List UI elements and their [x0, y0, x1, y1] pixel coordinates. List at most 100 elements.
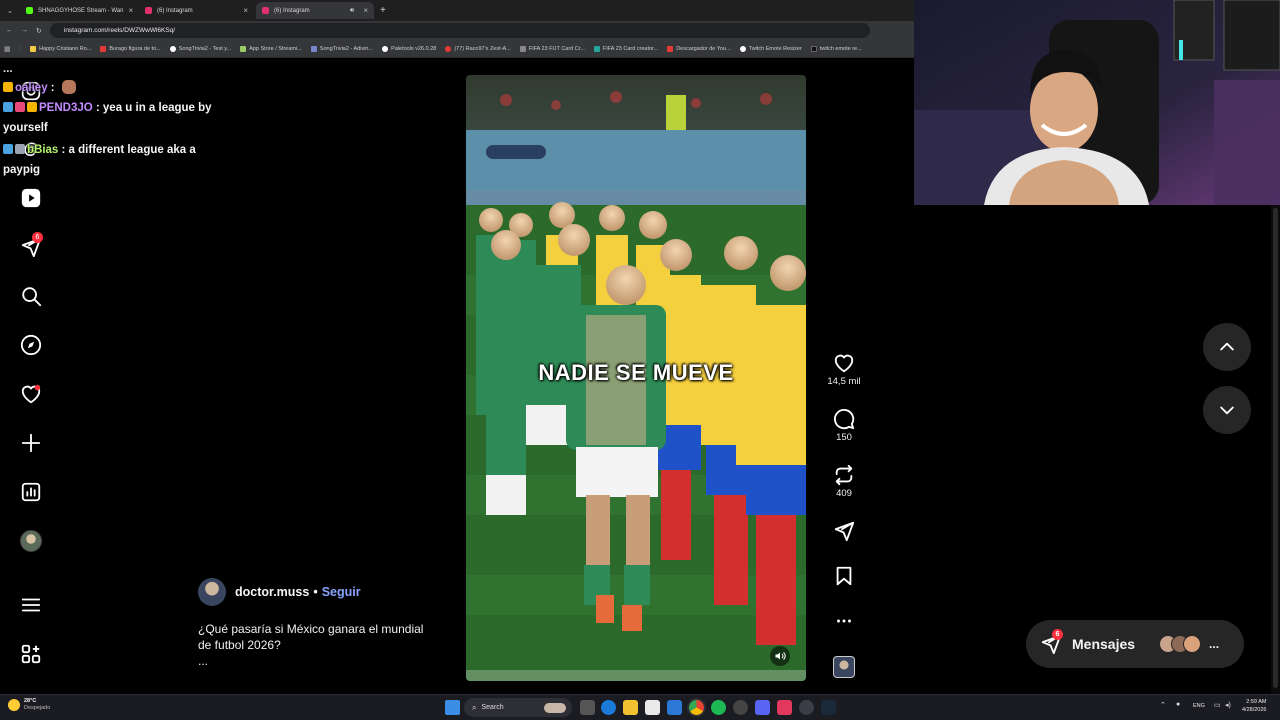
author-avatar[interactable]: [198, 578, 226, 606]
stream-chat-overlay: ... oaliey : PEND3JO : yea u in a league…: [3, 68, 233, 180]
messages-pill-badge: 6: [1052, 629, 1063, 640]
chevron-down-icon: [1220, 406, 1234, 415]
tray-chevron-icon[interactable]: ⌃: [1160, 701, 1166, 709]
like-count: 14,5 mil: [827, 376, 861, 387]
bookmark-favicon-icon: [739, 45, 746, 52]
close-tab-icon[interactable]: ×: [363, 6, 368, 15]
steam-icon[interactable]: [821, 700, 836, 715]
bookmark[interactable]: (77) Raco97's Zest-A...: [445, 45, 511, 52]
caption-more[interactable]: ...: [198, 653, 438, 669]
chevron-up-icon: [1220, 342, 1234, 351]
bookmark[interactable]: twitch emote re...: [810, 45, 862, 52]
follow-button[interactable]: Seguir: [322, 585, 361, 599]
bookmark[interactable]: Twitch Emote Resizer: [739, 45, 802, 52]
spotify-icon[interactable]: [711, 700, 726, 715]
app-icon[interactable]: [733, 700, 748, 715]
messages-icon[interactable]: 6: [19, 232, 43, 259]
close-tab-icon[interactable]: ×: [243, 6, 248, 15]
emote-icon: [61, 80, 76, 94]
mail-icon[interactable]: [667, 700, 682, 715]
weather-widget[interactable]: 28°C Despejado: [8, 698, 50, 712]
also-from-meta-icon[interactable]: [19, 642, 43, 666]
comment-button[interactable]: 150: [826, 408, 862, 443]
microphone-icon[interactable]: ●: [1176, 701, 1180, 708]
gift-badge-icon: [15, 102, 25, 112]
mute-button[interactable]: [770, 646, 790, 666]
task-view-icon[interactable]: [580, 700, 595, 715]
back-icon[interactable]: ←: [6, 27, 13, 34]
chat-line-cutoff: ...: [3, 68, 13, 75]
menu-hamburger-icon[interactable]: [19, 593, 43, 617]
chat-message: bBias : a different league aka a paypig: [3, 140, 233, 180]
comment-icon: [834, 409, 855, 430]
dashboard-icon[interactable]: [19, 480, 43, 504]
clock[interactable]: 2:59 AM 4/28/2026: [1242, 698, 1266, 714]
chrome-icon[interactable]: [689, 700, 704, 715]
bookmark[interactable]: FIFA 23 Card creator...: [593, 45, 658, 52]
like-button[interactable]: 14,5 mil: [826, 352, 862, 387]
tab-stream[interactable]: SHNAGGYHOSE Stream - Wan ×: [20, 2, 138, 19]
next-reel-button[interactable]: [1203, 386, 1251, 434]
share-button[interactable]: [826, 520, 862, 544]
bookmark-icon: [836, 566, 852, 586]
notifications-heart-icon[interactable]: [19, 382, 43, 406]
more-options-button[interactable]: [826, 610, 862, 634]
language-indicator[interactable]: ENG: [1193, 703, 1205, 709]
bookmark-favicon-icon: [310, 45, 317, 52]
bookmark[interactable]: SongTrivia2 - Test y...: [169, 45, 231, 52]
bookmark[interactable]: Paletools v26.0.28: [382, 45, 436, 52]
store-icon[interactable]: [645, 700, 660, 715]
edge-icon[interactable]: [601, 700, 616, 715]
save-button[interactable]: [826, 565, 862, 589]
audio-thumbnail[interactable]: [826, 656, 862, 678]
url-field[interactable]: instagram.com/reels/DWZWwWl6KSq/: [49, 23, 870, 38]
windows-start-icon[interactable]: [445, 700, 460, 715]
page-scrollbar-thumb[interactable]: [1273, 208, 1278, 688]
tab-title: (6) Instagram: [157, 7, 193, 14]
discord-icon[interactable]: [755, 700, 770, 715]
author-username[interactable]: doctor.muss: [235, 585, 309, 599]
taskbar-search-label: Search: [481, 704, 504, 711]
messages-badge: 6: [32, 232, 43, 243]
create-plus-icon[interactable]: [19, 431, 43, 455]
taskbar-search[interactable]: ⌕ Search: [464, 698, 572, 717]
messages-more[interactable]: ...: [1209, 637, 1219, 651]
close-tab-icon[interactable]: ×: [128, 6, 133, 15]
obs-icon[interactable]: [799, 700, 814, 715]
tab-instagram-active[interactable]: (6) Instagram 🔊︎ ×: [256, 2, 374, 19]
speaker-icon[interactable]: 🔊︎: [350, 7, 354, 15]
bookmark-favicon-icon: [169, 45, 176, 52]
repost-icon: [835, 464, 853, 486]
bookmark[interactable]: FIFA 23 FUT Card Cr...: [519, 45, 585, 52]
reels-icon[interactable]: [19, 186, 43, 210]
app-icon[interactable]: [777, 700, 792, 715]
volume-icon[interactable]: ◂): [1225, 701, 1231, 709]
bookmark[interactable]: Happy Cristiano Ro...: [30, 45, 91, 52]
messages-icon: 6: [1040, 629, 1063, 655]
repost-button[interactable]: 409: [826, 464, 862, 499]
address-bar-row: ← → ↻ instagram.com/reels/DWZWwWl6KSq/: [0, 21, 914, 40]
apps-grid-icon[interactable]: ▦: [4, 45, 11, 53]
search-icon[interactable]: [19, 284, 43, 308]
bookmark[interactable]: App Store / Streami...: [240, 45, 302, 52]
reload-icon[interactable]: ↻: [36, 27, 42, 35]
new-tab-button[interactable]: +: [376, 2, 392, 19]
network-icon[interactable]: ▭: [1214, 701, 1221, 709]
bookmark[interactable]: Descargador de You...: [667, 45, 731, 52]
bookmark-favicon-icon: [810, 45, 817, 52]
prime-badge-icon: [3, 144, 13, 154]
repost-count: 409: [836, 488, 852, 499]
bookmarks-bar: ▦ | Happy Cristiano Ro... Burago figura …: [0, 40, 914, 58]
messages-pill[interactable]: 6 Mensajes ...: [1026, 620, 1244, 668]
file-explorer-icon[interactable]: [623, 700, 638, 715]
clock-time: 2:59 AM: [1246, 699, 1267, 705]
messages-label: Mensajes: [1072, 636, 1136, 652]
bookmark[interactable]: SongTrivia2 - Adivin...: [310, 45, 373, 52]
profile-avatar[interactable]: [19, 529, 43, 553]
previous-reel-button[interactable]: [1203, 323, 1251, 371]
explore-icon[interactable]: [19, 333, 43, 357]
bookmark[interactable]: Burago figura de to...: [100, 45, 161, 52]
forward-icon[interactable]: →: [21, 27, 28, 34]
tab-list-button[interactable]: ⌄: [4, 2, 18, 19]
tab-instagram-1[interactable]: (6) Instagram ×: [139, 2, 254, 19]
